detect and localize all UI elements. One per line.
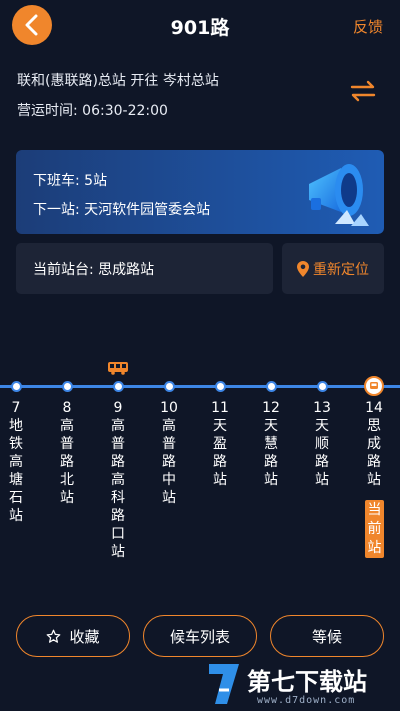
current-stop-marker[interactable]	[364, 376, 384, 396]
feedback-link[interactable]: 反馈	[353, 16, 383, 37]
wait-label: 等候	[311, 627, 342, 646]
star-icon	[47, 629, 61, 643]
stop-dot[interactable]	[164, 381, 175, 392]
route-direction: 联和(惠联路)总站 开往 岑村总站	[17, 73, 219, 89]
schedule-list-label: 候车列表	[169, 627, 230, 646]
current-station-box: 当前站台: 思成路站	[16, 243, 273, 294]
wait-button[interactable]: 等候	[270, 615, 384, 657]
megaphone-icon	[309, 164, 369, 226]
stop-dot[interactable]	[317, 381, 328, 392]
site-logo-icon	[209, 664, 239, 704]
stop-dot[interactable]	[113, 381, 124, 392]
top-bar: 901路 反馈	[0, 0, 400, 52]
location-pin-icon	[297, 260, 309, 277]
favorite-button[interactable]: 收藏	[16, 615, 130, 657]
relocate-button[interactable]: 重新定位	[282, 243, 384, 294]
favorite-label: 收藏	[69, 627, 100, 646]
stops-away-text: 下班车: 5站	[33, 173, 108, 189]
stop-dot[interactable]	[62, 381, 73, 392]
operating-hours: 营运时间: 06:30-22:00	[17, 103, 168, 119]
stop-label[interactable]: 8 高普路北站	[57, 399, 77, 507]
stop-label[interactable]: 9 高普路高科路口站	[108, 399, 128, 561]
next-bus-card: 下班车: 5站 下一站: 天河软件园管委会站	[16, 150, 384, 234]
stop-dot[interactable]	[11, 381, 22, 392]
stop-label[interactable]: 11 天盈路站	[210, 399, 230, 489]
bus-icon	[108, 362, 128, 375]
swap-arrows-icon	[350, 80, 376, 102]
bus-small-icon	[370, 382, 378, 389]
watermark: 第七下载站 www.d7down.com	[205, 658, 395, 710]
stop-label[interactable]: 10 高普路中站	[159, 399, 179, 507]
stop-label[interactable]: 13 天顺路站	[312, 399, 332, 489]
relocate-label: 重新定位	[313, 261, 369, 278]
current-station-text: 当前站台: 思成路站	[33, 262, 155, 278]
schedule-list-button[interactable]: 候车列表	[143, 615, 257, 657]
page-title: 901路	[170, 17, 230, 39]
stop-label[interactable]: 12 天慧路站	[261, 399, 281, 489]
watermark-url: www.d7down.com	[257, 695, 356, 706]
stop-label[interactable]: 14 思成路站	[364, 399, 384, 489]
next-stop-text: 下一站: 天河软件园管委会站	[33, 202, 211, 218]
stop-label[interactable]: 7 地铁高塘石站	[6, 399, 26, 525]
stop-dot[interactable]	[215, 381, 226, 392]
swap-direction-button[interactable]	[348, 80, 378, 102]
current-stop-badge: 当前站	[365, 500, 384, 558]
route-line	[0, 385, 400, 388]
route-info: 联和(惠联路)总站 开往 岑村总站 营运时间: 06:30-22:00	[17, 70, 219, 130]
stop-dot[interactable]	[266, 381, 277, 392]
watermark-text: 第七下载站	[247, 668, 367, 696]
